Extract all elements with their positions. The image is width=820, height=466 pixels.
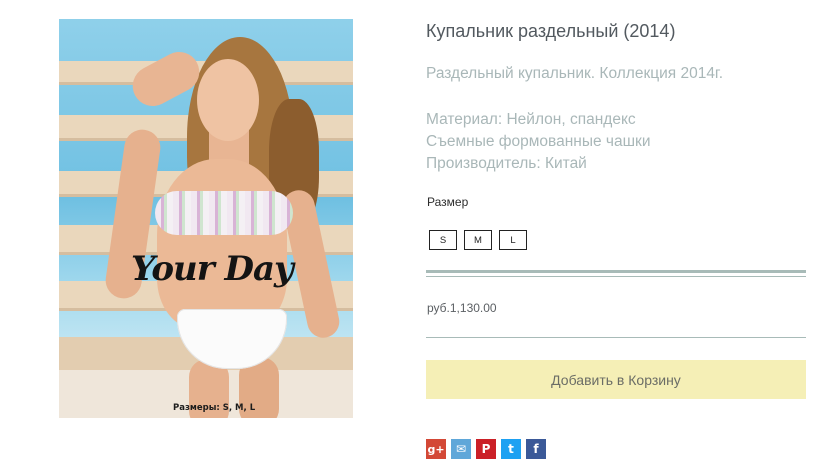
swimsuit-top (155, 191, 293, 235)
divider (426, 276, 806, 277)
product-image[interactable]: Your Day Размеры: S, M, L (59, 19, 353, 418)
vk-icon[interactable]: ✉ (451, 439, 471, 459)
model-head (197, 59, 259, 141)
product-description: Раздельный купальник. Коллекция 2014г. (426, 65, 724, 82)
image-overlay-logo: Your Day (131, 249, 294, 289)
facebook-icon[interactable]: f (526, 439, 546, 459)
size-option-s[interactable]: S (429, 230, 457, 250)
product-attributes: Материал: Нейлон, спандекс Съемные формо… (426, 109, 651, 175)
attribute-cups: Съемные формованные чашки (426, 133, 651, 150)
size-options: S M L (429, 230, 527, 250)
attribute-material: Материал: Нейлон, спандекс (426, 111, 636, 128)
model-torso (157, 159, 287, 329)
image-sizes-caption: Размеры: S, M, L (173, 403, 256, 413)
social-share-bar: g+ ✉ P t f (426, 439, 546, 459)
divider (426, 337, 806, 338)
twitter-icon[interactable]: t (501, 439, 521, 459)
attribute-manufacturer: Производитель: Китай (426, 155, 587, 172)
divider (426, 270, 806, 273)
add-to-cart-button[interactable]: Добавить в Корзину (426, 360, 806, 399)
pinterest-icon[interactable]: P (476, 439, 496, 459)
google-plus-icon[interactable]: g+ (426, 439, 446, 459)
size-option-l[interactable]: L (499, 230, 527, 250)
size-option-m[interactable]: M (464, 230, 492, 250)
product-title: Купальник раздельный (2014) (426, 21, 676, 41)
size-label: Размер (427, 195, 469, 209)
product-price: руб.1,130.00 (427, 301, 497, 315)
